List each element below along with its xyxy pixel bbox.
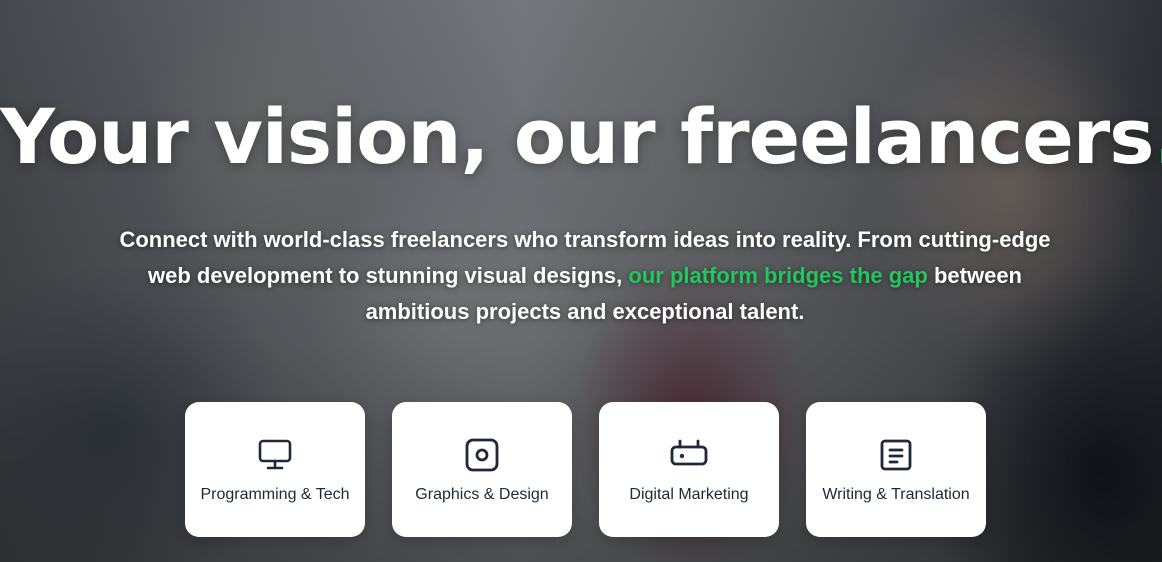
hero-subtitle: Connect with world-class freelancers who… [100, 222, 1070, 330]
category-label: Programming & Tech [200, 486, 350, 503]
category-label: Digital Marketing [629, 486, 749, 503]
hero-title: Your vision, our freelancers. [0, 92, 1162, 181]
hero-title-text: Your vision, our freelancers [0, 92, 1154, 181]
hero-section: Your vision, our freelancers. Connect wi… [0, 0, 1162, 562]
hero-title-dot: . [1154, 92, 1162, 181]
category-label: Graphics & Design [415, 486, 549, 503]
monitor-icon [255, 435, 295, 475]
category-card-programming-tech[interactable]: Programming & Tech [185, 402, 365, 537]
category-card-writing-translation[interactable]: Writing & Translation [806, 402, 986, 537]
category-card-graphics-design[interactable]: Graphics & Design [392, 402, 572, 537]
category-card-digital-marketing[interactable]: Digital Marketing [599, 402, 779, 537]
tv-icon [669, 435, 709, 475]
category-cards: Programming & Tech Graphics & Design Dig… [185, 402, 986, 537]
document-icon [876, 435, 916, 475]
hero-subtitle-highlight: our platform bridges the gap [628, 263, 928, 288]
category-label: Writing & Translation [822, 486, 970, 503]
image-frame-icon [462, 435, 502, 475]
